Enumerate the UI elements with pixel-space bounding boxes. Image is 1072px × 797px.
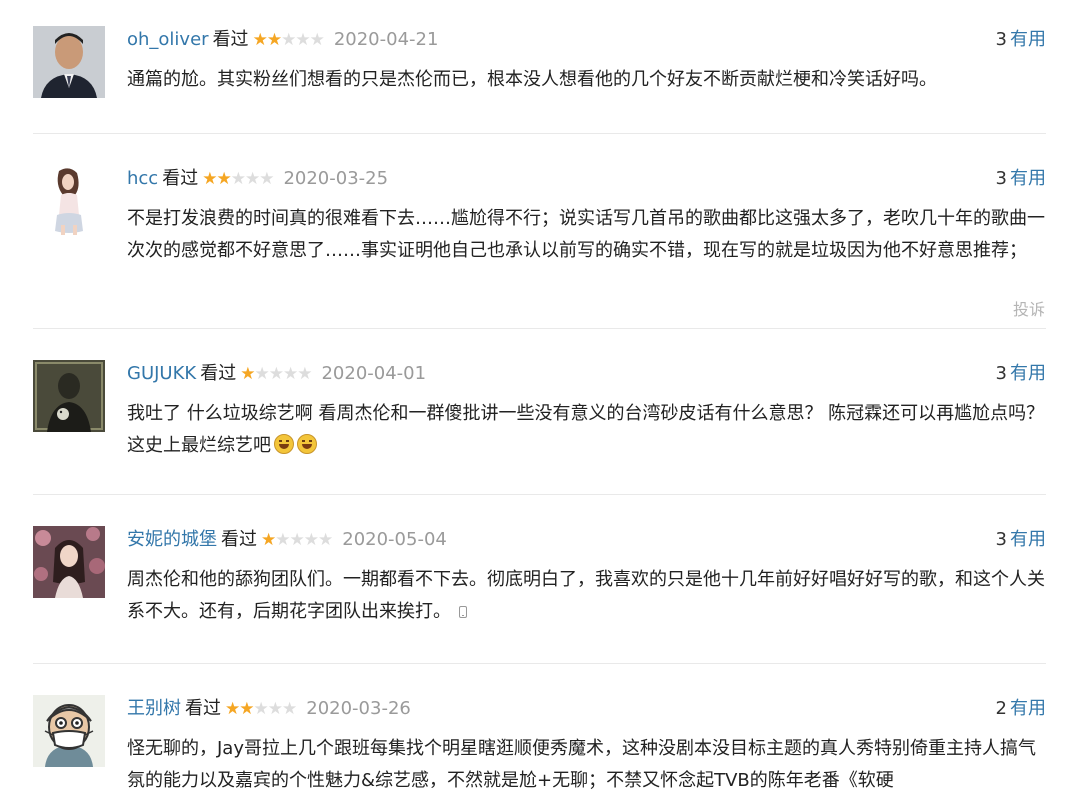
avatar-photo-man-suit-icon xyxy=(33,26,105,98)
review-date: 2020-03-25 xyxy=(283,168,389,189)
star-empty-icon: ★ xyxy=(309,30,325,50)
avatar-photo-woman-flowers-icon xyxy=(33,526,105,598)
vote-count: 2 xyxy=(995,698,1007,719)
laughing-emoji-icon xyxy=(274,434,294,454)
votes-area: 3 有用 xyxy=(996,360,1046,388)
vote-count: 3 xyxy=(995,529,1007,550)
star-empty-icon: ★ xyxy=(253,699,269,719)
star-empty-icon: ★ xyxy=(282,364,298,384)
watch-status: 看过 xyxy=(212,29,249,50)
avatar[interactable] xyxy=(33,526,105,598)
star-empty-icon: ★ xyxy=(297,364,312,384)
star-empty-icon: ★ xyxy=(303,530,319,550)
star-filled-icon: ★ xyxy=(225,699,240,719)
divider xyxy=(33,494,1046,495)
votes-area: 3 有用 xyxy=(996,165,1046,193)
avatar-photo-woman-sitting-icon xyxy=(33,165,105,237)
star-filled-icon: ★ xyxy=(202,169,217,189)
review-date: 2020-04-01 xyxy=(321,363,427,384)
star-filled-icon: ★ xyxy=(216,169,231,189)
rating-stars: ★★★★★ xyxy=(202,169,274,189)
review-content: 不是打发浪费的时间真的很难看下去……尴尬得不行；说实话写几首吊的歌曲都比这强太多… xyxy=(127,208,1045,261)
review-date: 2020-04-21 xyxy=(333,29,439,50)
star-filled-icon: ★ xyxy=(252,30,268,50)
review-date: 2020-03-26 xyxy=(306,698,411,719)
star-empty-icon: ★ xyxy=(318,530,333,550)
review-header: 安妮的城堡 看过 ★★★★★ 2020-05-04 3 有用 xyxy=(127,526,1046,554)
star-filled-icon: ★ xyxy=(261,530,276,550)
laughing-emoji-icon xyxy=(297,434,317,454)
vote-count: 3 xyxy=(995,29,1007,50)
watch-status: 看过 xyxy=(162,168,199,189)
avatar[interactable] xyxy=(33,360,105,432)
vote-count: 3 xyxy=(995,168,1007,189)
review-header: GUJUKK 看过 ★★★★★ 2020-04-01 3 有用 xyxy=(127,360,1046,388)
useful-button[interactable]: 有用 xyxy=(1010,529,1046,550)
review-list: oh_oliver 看过 ★★★★★ 2020-04-21 3 有用 通篇的尬。其实粉丝… xyxy=(0,0,1072,796)
rating-stars: ★★★★★ xyxy=(261,530,333,550)
username-link[interactable]: GUJUKK xyxy=(127,363,196,384)
star-filled-icon: ★ xyxy=(240,364,255,384)
star-empty-icon: ★ xyxy=(259,169,274,189)
star-empty-icon: ★ xyxy=(275,530,290,550)
star-filled-icon: ★ xyxy=(239,699,254,719)
star-empty-icon: ★ xyxy=(282,699,297,719)
avatar-photo-dark-portrait-icon xyxy=(33,360,105,432)
username-link[interactable]: 王别树 xyxy=(127,698,181,719)
username-link[interactable]: hcc xyxy=(127,168,158,189)
votes-area: 3 有用 xyxy=(996,26,1046,54)
star-empty-icon: ★ xyxy=(230,169,246,189)
username-link[interactable]: 安妮的城堡 xyxy=(127,529,217,550)
username-link[interactable]: oh_oliver xyxy=(127,29,209,50)
star-empty-icon: ★ xyxy=(289,530,305,550)
avatar-cartoon-masked-man-icon xyxy=(33,695,105,767)
watch-status: 看过 xyxy=(200,363,237,384)
review-header: oh_oliver 看过 ★★★★★ 2020-04-21 3 有用 xyxy=(127,26,1046,54)
votes-area: 2 有用 xyxy=(996,695,1046,723)
avatar[interactable] xyxy=(33,165,105,237)
divider xyxy=(33,328,1046,329)
mobile-phone-icon xyxy=(459,606,467,618)
useful-button[interactable]: 有用 xyxy=(1010,29,1046,50)
star-empty-icon: ★ xyxy=(244,169,260,189)
useful-button[interactable]: 有用 xyxy=(1010,363,1046,384)
star-empty-icon: ★ xyxy=(268,364,284,384)
report-link[interactable]: 投诉 xyxy=(1013,296,1045,320)
star-empty-icon: ★ xyxy=(295,30,310,50)
review-content: 怪无聊的，Jay哥拉上几个跟班每集找个明星瞎逛顺便秀魔术，这种没剧本没目标主题的… xyxy=(127,738,1036,791)
useful-button[interactable]: 有用 xyxy=(1010,168,1046,189)
avatar[interactable] xyxy=(33,695,105,767)
review-content: 通篇的尬。其实粉丝们想看的只是杰伦而已，根本没人想看他的几个好友不断贡献烂梗和冷… xyxy=(127,69,937,90)
watch-status: 看过 xyxy=(185,698,221,719)
review-content: 我吐了 什么垃圾综艺啊 看周杰伦和一群傻批讲一些没有意义的台湾砂皮话有什么意思？… xyxy=(127,403,1045,456)
review-content-wrap: 我吐了 什么垃圾综艺啊 看周杰伦和一群傻批讲一些没有意义的台湾砂皮话有什么意思？… xyxy=(127,398,1052,462)
review-content: 周杰伦和他的舔狗团队们。一期都看不下去。彻底明白了，我喜欢的只是他十几年前好好唱… xyxy=(127,569,1045,622)
star-empty-icon: ★ xyxy=(281,30,296,50)
review-date: 2020-05-04 xyxy=(342,529,447,550)
divider xyxy=(33,133,1046,134)
rating-stars: ★★★★★ xyxy=(225,699,297,719)
review-header: 王别树 看过 ★★★★★ 2020-03-26 2 有用 xyxy=(127,695,1046,723)
star-empty-icon: ★ xyxy=(254,364,269,384)
review-content-wrap: 周杰伦和他的舔狗团队们。一期都看不下去。彻底明白了，我喜欢的只是他十几年前好好唱… xyxy=(127,564,1052,628)
star-filled-icon: ★ xyxy=(266,30,282,50)
watch-status: 看过 xyxy=(221,529,257,550)
review-header: hcc 看过 ★★★★★ 2020-03-25 3 有用 xyxy=(127,165,1046,193)
rating-stars: ★★★★★ xyxy=(252,30,325,50)
vote-count: 3 xyxy=(995,363,1007,384)
rating-stars: ★★★★★ xyxy=(240,364,312,384)
divider xyxy=(33,663,1046,664)
votes-area: 3 有用 xyxy=(996,526,1046,554)
avatar[interactable] xyxy=(33,26,105,98)
star-empty-icon: ★ xyxy=(267,699,283,719)
useful-button[interactable]: 有用 xyxy=(1010,698,1046,719)
